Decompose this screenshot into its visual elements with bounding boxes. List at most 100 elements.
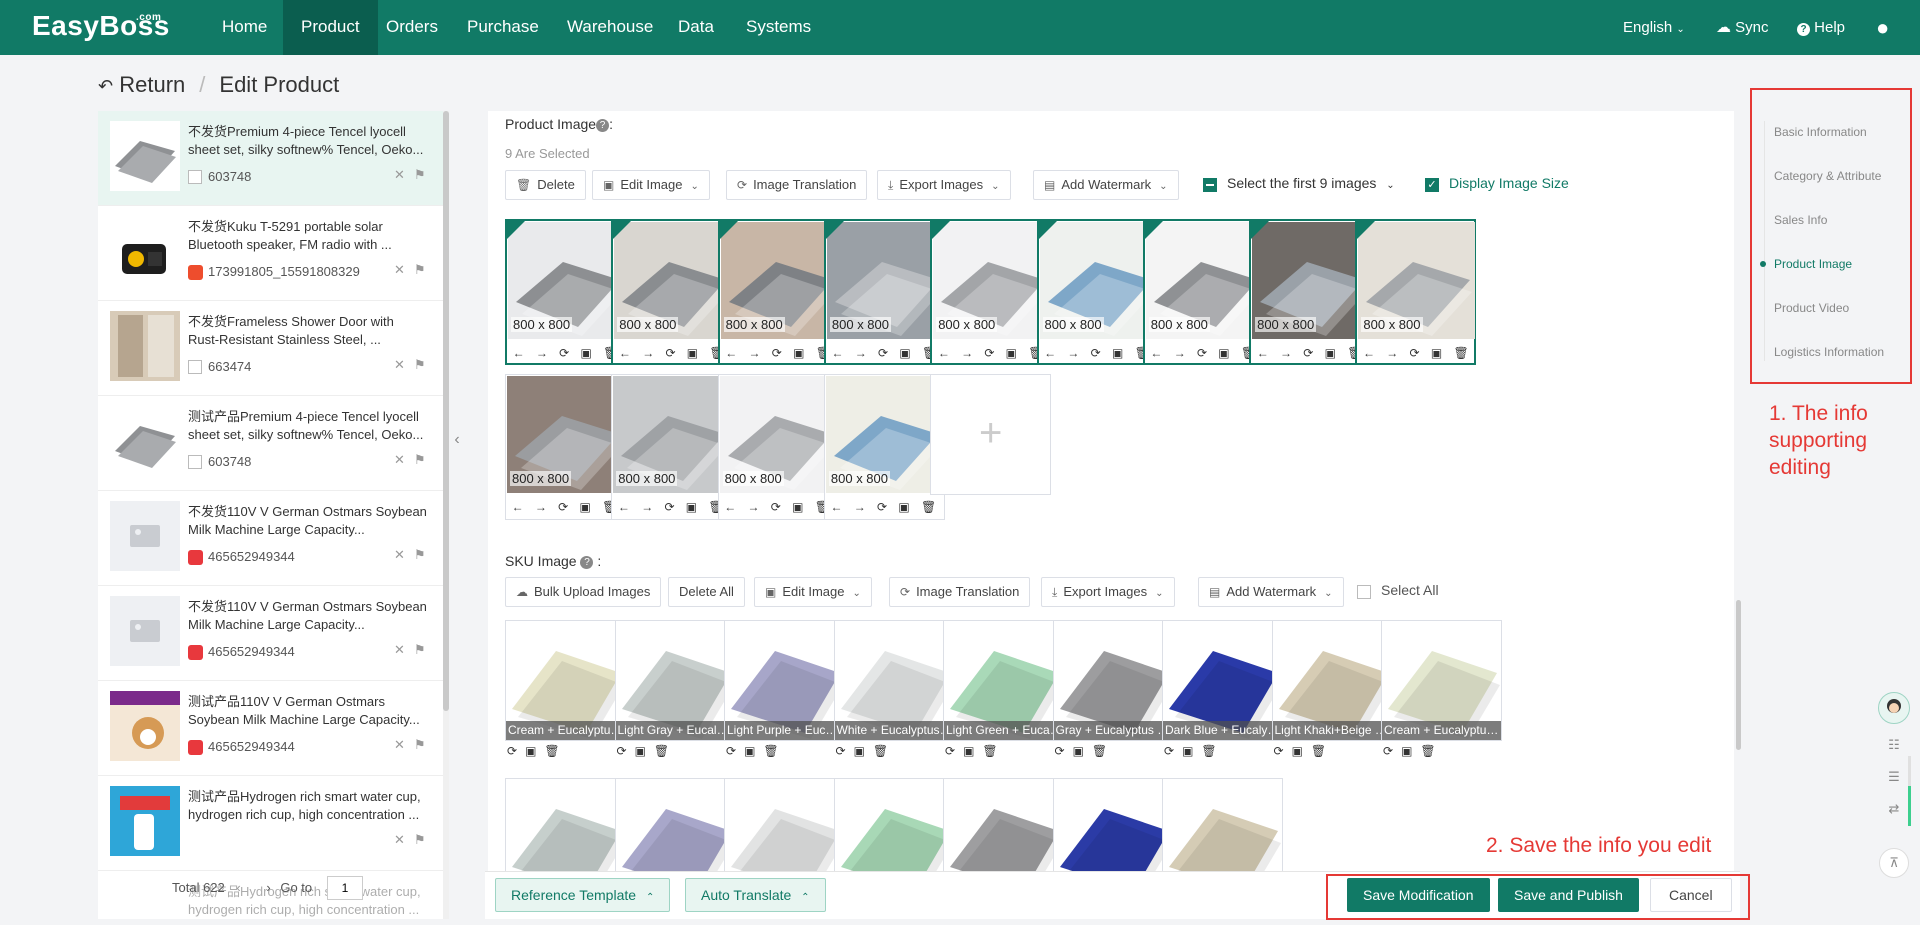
image-icon[interactable]: ▣: [1112, 346, 1123, 360]
arrow-left-icon[interactable]: ←: [512, 500, 524, 514]
arrow-right-icon[interactable]: →: [1386, 346, 1398, 360]
product-item[interactable]: 测试产品110V V German Ostmars Soybean Milk M…: [98, 681, 443, 776]
arrow-left-icon[interactable]: ←: [1044, 346, 1056, 360]
image-icon[interactable]: ▣: [1182, 744, 1193, 758]
swap-icon[interactable]: ⟳: [1274, 744, 1284, 758]
flag-icon[interactable]: ⚑: [414, 642, 426, 658]
select-first-checkbox[interactable]: [1203, 178, 1217, 192]
image-icon[interactable]: ▣: [635, 744, 646, 758]
document-icon[interactable]: ☷: [1885, 736, 1903, 754]
image-translation-button[interactable]: ⟳ Image Translation: [726, 170, 868, 200]
trash-icon[interactable]: 🗑: [1201, 744, 1216, 758]
product-image-card[interactable]: 800 x 800←→⟳▣🗑: [505, 219, 626, 365]
close-icon[interactable]: ✕: [394, 547, 405, 563]
product-image-card[interactable]: 800 x 800←→⟳▣🗑: [611, 219, 733, 365]
nav-data[interactable]: Data: [660, 0, 732, 55]
product-image-card[interactable]: 800 x 800←→⟳▣🗑: [930, 219, 1052, 365]
arrow-right-icon[interactable]: →: [961, 346, 973, 360]
sync-button[interactable]: ☁ Sync: [1716, 0, 1769, 55]
flag-icon[interactable]: ⚑: [414, 832, 426, 848]
nav-systems[interactable]: Systems: [728, 0, 829, 55]
swap-icon[interactable]: ⟳: [1164, 744, 1174, 758]
swap-icon[interactable]: ⟳: [1303, 346, 1313, 360]
trash-icon[interactable]: 🗑: [1420, 744, 1435, 758]
sku-edit-image-button[interactable]: ▣ Edit Image ⌄: [754, 577, 872, 607]
image-icon[interactable]: ▣: [898, 500, 909, 514]
trash-icon[interactable]: 🗑: [763, 744, 778, 758]
sku-image-card[interactable]: Light Khaki+Beige + Eucalyptus ⟳ ▣ 🗑: [1271, 620, 1393, 767]
product-item[interactable]: 不发货Kuku T-5291 portable solar Bluetooth …: [98, 206, 443, 301]
swap-icon[interactable]: ⟳: [558, 500, 568, 514]
product-item[interactable]: 不发货110V V German Ostmars Soybean Milk Ma…: [98, 586, 443, 681]
swap-icon[interactable]: ⟳: [1383, 744, 1393, 758]
arrow-left-icon[interactable]: ←: [724, 500, 736, 514]
auto-translate-button[interactable]: Auto Translate ⌃: [685, 878, 826, 912]
reference-template-button[interactable]: Reference Template ⌃: [495, 878, 671, 912]
export-images-button[interactable]: ⤓ Export Images ⌄: [877, 170, 1011, 200]
swap-icon[interactable]: ⟳: [1197, 346, 1207, 360]
product-image-card[interactable]: 800 x 800←→⟳▣🗑: [1142, 219, 1264, 365]
product-image-card[interactable]: 800 x 800←→⟳▣🗑: [823, 374, 945, 520]
trash-icon[interactable]: 🗑: [1311, 744, 1326, 758]
image-icon[interactable]: ▣: [1006, 346, 1017, 360]
select-all-label[interactable]: Select All: [1381, 582, 1439, 598]
trash-icon[interactable]: 🗑: [654, 744, 669, 758]
swap-icon[interactable]: ⟳: [771, 500, 781, 514]
translate-icon[interactable]: ⇄: [1885, 800, 1903, 818]
swap-icon[interactable]: ⟳: [836, 744, 846, 758]
sku-image-card[interactable]: Light Green + Eucalyptus Lyocell ⟳ ▣ 🗑: [943, 620, 1064, 767]
flag-icon[interactable]: ⚑: [414, 737, 426, 753]
back-to-top-icon[interactable]: ⊼: [1879, 848, 1909, 878]
flag-icon[interactable]: ⚑: [414, 452, 426, 468]
close-icon[interactable]: ✕: [394, 452, 405, 468]
arrow-right-icon[interactable]: →: [748, 346, 760, 360]
product-image-card[interactable]: 800 x 800←→⟳▣🗑: [717, 374, 839, 520]
swap-icon[interactable]: ⟳: [878, 346, 888, 360]
arrow-right-icon[interactable]: →: [642, 346, 654, 360]
arrow-right-icon[interactable]: →: [641, 500, 653, 514]
trash-icon[interactable]: 🗑: [1092, 744, 1107, 758]
trash-icon[interactable]: 🗑: [873, 744, 888, 758]
nav-product[interactable]: Product: [283, 0, 378, 55]
arrow-left-icon[interactable]: ←: [938, 346, 950, 360]
help-button[interactable]: ? Help: [1797, 0, 1845, 55]
swap-icon[interactable]: ⟳: [1410, 346, 1420, 360]
sku-image-translation-button[interactable]: ⟳ Image Translation: [889, 577, 1031, 607]
display-size-label[interactable]: Display Image Size: [1449, 175, 1569, 191]
arrow-right-icon[interactable]: →: [1280, 346, 1292, 360]
return-icon[interactable]: ↶: [98, 76, 113, 96]
image-icon[interactable]: ▣: [1431, 346, 1442, 360]
arrow-left-icon[interactable]: ←: [619, 346, 631, 360]
swap-icon[interactable]: ⟳: [1055, 744, 1065, 758]
swap-icon[interactable]: ⟳: [1091, 346, 1101, 360]
delete-all-button[interactable]: Delete All: [668, 577, 745, 607]
product-item[interactable]: 不发货Premium 4-piece Tencel lyocell sheet …: [98, 111, 443, 206]
collapse-panel-icon[interactable]: ‹: [449, 420, 465, 460]
product-image-card[interactable]: 800 x 800←→⟳▣🗑: [505, 374, 626, 520]
add-image-button[interactable]: +: [930, 374, 1052, 495]
swap-icon[interactable]: ⟳: [664, 500, 674, 514]
arrow-left-icon[interactable]: ←: [1363, 346, 1375, 360]
arrow-right-icon[interactable]: →: [535, 500, 547, 514]
sku-image-card[interactable]: Light Gray + Eucalyptus Lyocell ⟳ ▣ 🗑: [614, 620, 736, 767]
trash-icon[interactable]: 🗑: [982, 744, 997, 758]
close-icon[interactable]: ✕: [394, 167, 405, 183]
return-link[interactable]: Return: [119, 72, 185, 97]
sku-image-card[interactable]: Dark Blue + Eucalyptus Lyocell ⟳ ▣ 🗑: [1162, 620, 1283, 767]
arrow-right-icon[interactable]: →: [536, 346, 548, 360]
nav-orders[interactable]: Orders: [368, 0, 456, 55]
sku-image-card[interactable]: Cream + Eucalyptus Lyocell ⟳ ▣ 🗑: [505, 620, 626, 767]
language-select[interactable]: English ⌄: [1623, 0, 1685, 55]
arrow-left-icon[interactable]: ←: [618, 500, 630, 514]
help-icon[interactable]: ?: [596, 118, 610, 132]
swap-icon[interactable]: ⟳: [617, 744, 627, 758]
flag-icon[interactable]: ⚑: [414, 167, 426, 183]
image-icon[interactable]: ▣: [744, 744, 755, 758]
image-icon[interactable]: ▣: [525, 744, 536, 758]
product-item[interactable]: 测试产品Hydrogen rich smart water cup, hydro…: [98, 871, 443, 919]
close-icon[interactable]: ✕: [394, 262, 405, 278]
arrow-right-icon[interactable]: →: [855, 346, 867, 360]
swap-icon[interactable]: ⟳: [559, 346, 569, 360]
checkbox[interactable]: [188, 455, 202, 469]
product-image-card[interactable]: 800 x 800←→⟳▣🗑: [1355, 219, 1477, 365]
